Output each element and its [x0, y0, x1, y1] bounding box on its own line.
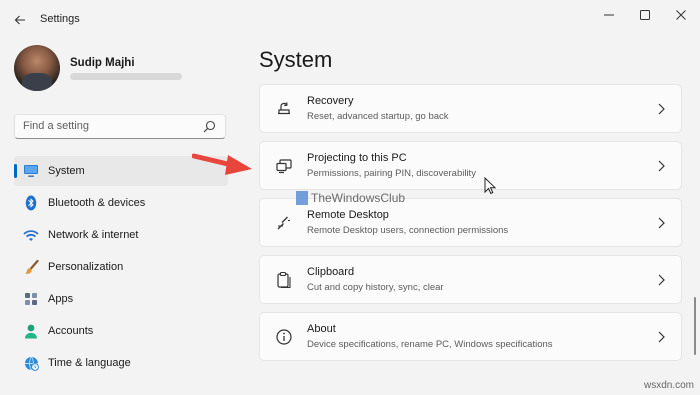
- mouse-cursor-icon: [484, 177, 496, 195]
- sidebar-item-label: Network & internet: [48, 229, 139, 241]
- sidebar-item-network[interactable]: Network & internet: [14, 220, 228, 250]
- watermark-text: TheWindowsClub: [311, 191, 406, 205]
- settings-card-about[interactable]: About Device specifications, rename PC, …: [259, 312, 682, 361]
- sidebar-item-apps[interactable]: Apps: [14, 284, 228, 314]
- close-icon: [676, 10, 686, 20]
- card-title: Recovery: [307, 95, 354, 107]
- maximize-icon: [640, 10, 650, 20]
- back-arrow-icon: [14, 15, 25, 25]
- chevron-right-icon: [658, 217, 665, 229]
- card-subtitle: Device specifications, rename PC, Window…: [307, 339, 553, 350]
- card-title: Remote Desktop: [307, 209, 389, 221]
- sidebar-item-accounts[interactable]: Accounts: [14, 316, 228, 346]
- sidebar-item-personalization[interactable]: Personalization: [14, 252, 228, 282]
- info-icon: [276, 329, 292, 345]
- annotation-arrow-icon: [192, 153, 252, 175]
- sidebar-item-label: Accounts: [48, 325, 94, 337]
- avatar[interactable]: [14, 45, 60, 91]
- app-title: Settings: [40, 13, 80, 25]
- card-title: Projecting to this PC: [307, 152, 407, 164]
- card-title: Clipboard: [307, 266, 355, 278]
- bluetooth-icon: [23, 195, 39, 211]
- brush-icon: [23, 259, 39, 275]
- monitor-icon: [23, 163, 39, 179]
- card-title: About: [307, 323, 336, 335]
- minimize-icon: [604, 14, 614, 16]
- page-title: System: [259, 47, 333, 72]
- globe-clock-icon: [23, 355, 39, 371]
- back-button[interactable]: [8, 8, 32, 32]
- apps-icon: [23, 291, 39, 307]
- sidebar-nav: System Bluetooth & devices Network & int…: [14, 156, 228, 380]
- chevron-right-icon: [658, 274, 665, 286]
- clipboard-icon: [277, 271, 291, 289]
- projecting-icon: [276, 159, 292, 174]
- minimize-button[interactable]: [596, 6, 622, 24]
- user-name: Sudip Majhi: [70, 57, 135, 69]
- title-bar: Settings: [0, 0, 700, 40]
- remote-desktop-icon: [277, 216, 290, 230]
- watermark: TheWindowsClub: [296, 191, 405, 205]
- watermark-logo-icon: [296, 191, 308, 205]
- sidebar-item-label: System: [48, 165, 85, 177]
- corner-watermark: wsxdn.com: [643, 380, 694, 391]
- person-icon: [23, 323, 39, 339]
- card-subtitle: Remote Desktop users, connection permiss…: [307, 225, 509, 236]
- sidebar-item-time-language[interactable]: Time & language: [14, 348, 228, 378]
- sidebar-item-label: Time & language: [48, 357, 131, 369]
- recovery-icon: [278, 102, 290, 115]
- card-subtitle: Cut and copy history, sync, clear: [307, 282, 444, 293]
- settings-card-remote-desktop[interactable]: Remote Desktop Remote Desktop users, con…: [259, 198, 682, 247]
- search-icon[interactable]: [203, 120, 216, 133]
- search-box[interactable]: [14, 114, 226, 139]
- sidebar-item-label: Apps: [48, 293, 74, 305]
- close-button[interactable]: [668, 6, 694, 24]
- chevron-right-icon: [658, 160, 665, 172]
- settings-list: Recovery Reset, advanced startup, go bac…: [259, 84, 682, 369]
- card-subtitle: Reset, advanced startup, go back: [307, 111, 449, 122]
- settings-card-projecting[interactable]: Projecting to this PC Permissions, pairi…: [259, 141, 682, 190]
- settings-card-clipboard[interactable]: Clipboard Cut and copy history, sync, cl…: [259, 255, 682, 304]
- maximize-button[interactable]: [632, 6, 658, 24]
- scrollbar-thumb[interactable]: [694, 297, 696, 355]
- search-input[interactable]: [23, 120, 193, 132]
- sidebar-item-label: Personalization: [48, 261, 124, 273]
- chevron-right-icon: [658, 331, 665, 343]
- sidebar-item-bluetooth[interactable]: Bluetooth & devices: [14, 188, 228, 218]
- settings-card-recovery[interactable]: Recovery Reset, advanced startup, go bac…: [259, 84, 682, 133]
- wifi-icon: [23, 227, 39, 243]
- user-email-redacted: [70, 73, 182, 80]
- chevron-right-icon: [658, 103, 665, 115]
- sidebar-item-label: Bluetooth & devices: [48, 197, 146, 209]
- card-subtitle: Permissions, pairing PIN, discoverabilit…: [307, 168, 476, 179]
